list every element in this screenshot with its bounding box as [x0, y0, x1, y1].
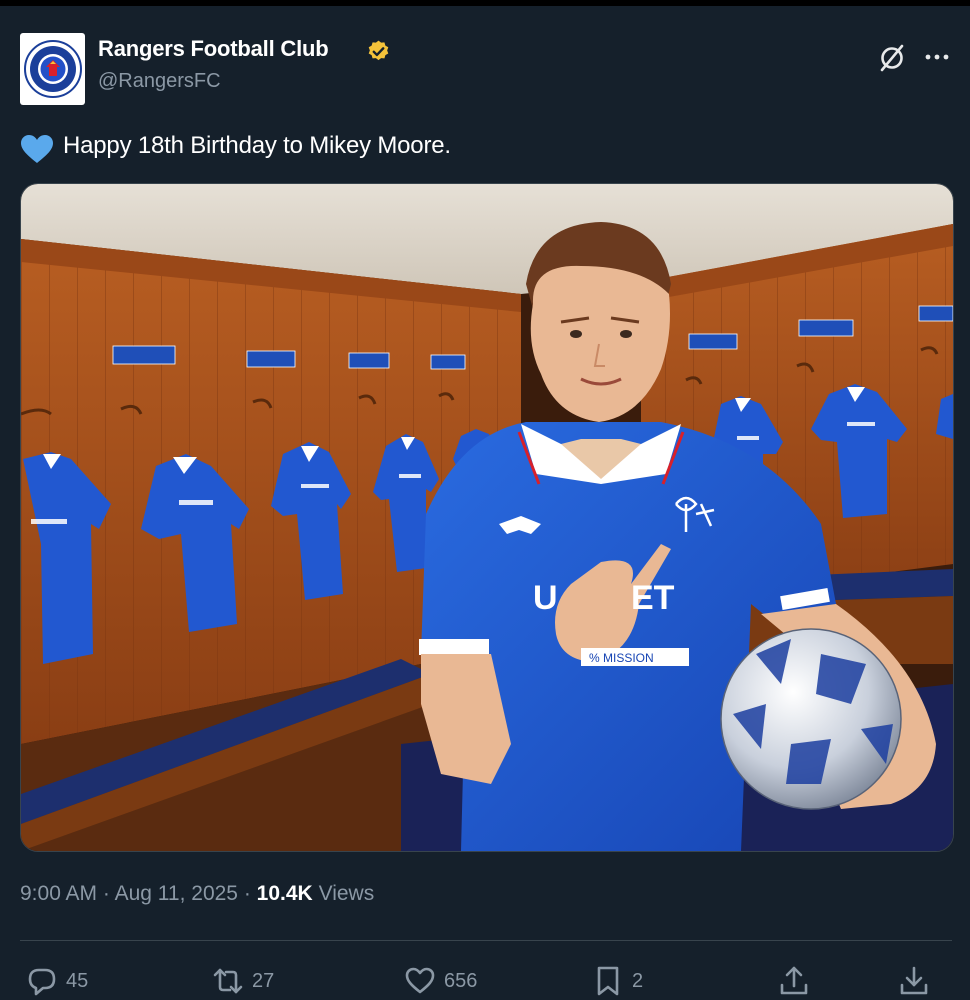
meta-separator: ·	[102, 882, 110, 905]
rangers-crest-icon	[23, 40, 82, 98]
blue-heart-emoji-icon	[21, 135, 53, 163]
author-avatar[interactable]	[20, 33, 85, 105]
tweet-media-photo[interactable]: U ET % MISSION	[20, 183, 954, 852]
bookmark-icon	[597, 966, 619, 996]
grok-icon[interactable]	[876, 42, 908, 74]
svg-text:% MISSION: % MISSION	[589, 651, 654, 665]
download-button[interactable]	[898, 964, 938, 998]
share-button[interactable]	[778, 964, 818, 998]
tweet-time[interactable]: 9:00 AM	[20, 882, 97, 905]
author-display-name[interactable]: Rangers Football Club	[98, 36, 329, 62]
player-photo: U ET % MISSION	[21, 184, 953, 851]
more-options-icon[interactable]	[922, 44, 952, 70]
heart-icon	[405, 967, 435, 994]
views-label: Views	[318, 882, 375, 905]
repost-button[interactable]: 27	[212, 964, 274, 998]
like-count: 656	[444, 969, 478, 992]
tweet-text: Happy 18th Birthday to Mikey Moore.	[63, 132, 451, 159]
tweet-card: Rangers Football Club @RangersFC Happy 1…	[0, 6, 970, 1000]
reply-button[interactable]: 45	[26, 964, 88, 998]
author-handle[interactable]: @RangersFC	[98, 70, 221, 93]
bookmark-button[interactable]: 2	[592, 964, 643, 998]
tweet-date[interactable]: Aug 11, 2025	[115, 882, 238, 905]
download-icon	[900, 966, 928, 995]
svg-text:ET: ET	[631, 579, 675, 617]
tweet-metadata: 9:00 AM · Aug 11, 2025 · 10.4K Views	[20, 882, 374, 906]
meta-separator: ·	[243, 882, 251, 905]
reply-icon	[28, 968, 56, 996]
svg-text:U: U	[533, 579, 558, 617]
gold-verified-badge-icon	[368, 40, 389, 61]
share-upload-icon	[780, 966, 808, 995]
views-count: 10.4K	[256, 882, 313, 905]
bookmark-count: 2	[632, 969, 644, 992]
like-button[interactable]: 656	[404, 964, 477, 998]
repost-count: 27	[252, 969, 275, 992]
repost-icon	[213, 968, 243, 994]
reply-count: 45	[66, 969, 89, 992]
divider	[20, 940, 952, 941]
